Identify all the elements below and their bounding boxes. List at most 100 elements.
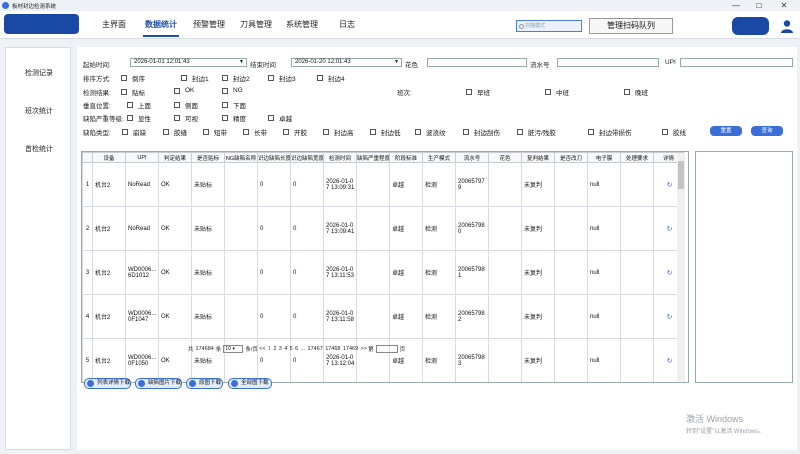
- color-input[interactable]: [427, 58, 527, 67]
- reset-button[interactable]: 重置: [710, 126, 742, 136]
- table-vertical-scrollbar[interactable]: [677, 153, 685, 381]
- scan-mode-input[interactable]: 扫描模式: [516, 20, 582, 32]
- table-row[interactable]: 2 机台2 NoRead OK 未贴标 0 0 2026-01-07 13:09:41 卓越 检测…: [82, 206, 684, 251]
- defect-glue-seam-checkbox[interactable]: 胶缝: [163, 127, 187, 137]
- page-number-6[interactable]: 6: [295, 346, 298, 352]
- tab-main[interactable]: 主界面: [96, 11, 132, 39]
- upi-input[interactable]: [680, 58, 793, 67]
- defect-open-glue-checkbox[interactable]: 开胶: [283, 127, 307, 137]
- page-jump-input[interactable]: [375, 345, 398, 353]
- result-labeled-checkbox[interactable]: 贴标: [121, 87, 145, 97]
- sort-edge1-checkbox[interactable]: 封边1: [181, 73, 209, 83]
- sort-edge3-checkbox[interactable]: 封边3: [268, 73, 296, 83]
- sidebar-item-first-check-statistics[interactable]: 首检统计: [6, 144, 72, 154]
- cell-mode: 检测: [422, 250, 456, 295]
- table-row[interactable]: 4 机台2 WD0006... 0F1047 OK 未贴标 0 0 2026-01-07 13…: [82, 294, 684, 339]
- severity-viewable-checkbox[interactable]: 可视: [174, 113, 198, 123]
- defect-chip-checkbox[interactable]: 崩缺: [122, 127, 146, 137]
- next-page-button[interactable]: >>: [361, 346, 367, 352]
- tab-log[interactable]: 日志: [336, 11, 358, 39]
- download-icon: [189, 380, 196, 387]
- result-ng-checkbox[interactable]: NG: [222, 87, 243, 94]
- shift-middle-checkbox[interactable]: 中班: [545, 87, 569, 97]
- shift-night-checkbox[interactable]: 晚班: [624, 87, 648, 97]
- minimize-button[interactable]: —: [727, 0, 745, 11]
- defect-wave-checkbox[interactable]: 波浪纹: [415, 127, 446, 137]
- download-all-images-button[interactable]: 全部图下载: [228, 378, 272, 389]
- cell-len: 0: [257, 206, 291, 251]
- table-row[interactable]: 3 机台2 WD0006... 6D1012 OK 未贴标 0 0 2026-01-07 13…: [82, 250, 684, 295]
- sort-edge2-checkbox[interactable]: 封边2: [222, 73, 250, 83]
- page-number-17467[interactable]: 17467: [308, 346, 323, 352]
- tab-tools[interactable]: 刀具管理: [238, 11, 274, 39]
- close-button[interactable]: ✕: [775, 0, 793, 11]
- user-icon[interactable]: [780, 19, 794, 33]
- defect-edge-scratch-checkbox[interactable]: 封边刮伤: [463, 127, 500, 137]
- page-number-5[interactable]: 5: [290, 346, 293, 352]
- prev-page-button[interactable]: <<: [259, 346, 265, 352]
- severity-excellent-option-label: 卓越: [279, 116, 292, 123]
- defect-short-band-option-label: 短带: [214, 130, 227, 137]
- checkbox-box: [174, 115, 180, 121]
- download-original-images-button[interactable]: 原图下载: [186, 378, 223, 389]
- cell-time: 2026-01-07 13:11:53: [323, 250, 357, 295]
- severity-visible-checkbox[interactable]: 显性: [127, 113, 151, 123]
- cell-recut: [554, 206, 588, 251]
- defect-open-glue-option-label: 开胶: [294, 130, 307, 137]
- defect-band-damage-checkbox[interactable]: 封边带损伤: [588, 127, 632, 137]
- result-ok-checkbox[interactable]: OK: [174, 87, 194, 94]
- table-row[interactable]: 1 机台2 NoRead OK 未贴标 0 0 2026-01-07 13:09:31 卓越 检测…: [82, 162, 684, 207]
- download-defect-images-button[interactable]: 缺陷图片下载: [135, 378, 182, 389]
- page-number-4[interactable]: 4: [284, 346, 287, 352]
- start-time-picker[interactable]: 2026-01-01 12:01:43 ▼: [130, 58, 247, 67]
- defect-glue-seam-option-label: 胶缝: [174, 130, 187, 137]
- page-size-value: 10: [225, 346, 231, 352]
- end-time-picker[interactable]: 2026-01-20 12:01:43 ▼: [291, 58, 402, 67]
- page-number-3[interactable]: 3: [279, 346, 282, 352]
- cell-film: null: [587, 338, 621, 382]
- download-defect-images-label: 缺陷图片下载: [148, 380, 182, 386]
- defect-glue-line-checkbox[interactable]: 胶线: [662, 127, 686, 137]
- detail-panel: [695, 151, 793, 383]
- page-number-2[interactable]: 2: [273, 346, 276, 352]
- app-title: 板材封边检测系统: [12, 3, 57, 10]
- serial-input[interactable]: [557, 58, 659, 67]
- severity-excellent-checkbox[interactable]: 卓越: [268, 113, 292, 123]
- checkbox-box: [127, 102, 133, 108]
- tab-system[interactable]: 系统管理: [284, 11, 320, 39]
- vertical-bottom-checkbox[interactable]: 下面: [222, 100, 246, 110]
- cell-color: [488, 162, 522, 207]
- defect-edge-high-checkbox[interactable]: 封边高: [323, 127, 354, 137]
- page-number-17468[interactable]: 17468: [325, 346, 340, 352]
- tab-statistics[interactable]: 数据统计: [143, 11, 179, 39]
- cell-recut: [554, 250, 588, 295]
- sidebar-item-shift-statistics[interactable]: 班次统计: [6, 106, 72, 116]
- sort-desc-checkbox[interactable]: 倒序: [121, 73, 145, 83]
- page-number-17469[interactable]: 17469: [343, 346, 358, 352]
- sidebar-item-inspection-records[interactable]: 检测记录: [6, 68, 72, 78]
- defect-edge-low-checkbox[interactable]: 封边低: [370, 127, 401, 137]
- sort-edge4-checkbox[interactable]: 封边4: [317, 73, 345, 83]
- severity-precision-checkbox[interactable]: 精度: [222, 113, 246, 123]
- color-label: 花色: [405, 62, 418, 69]
- cell-color: [488, 294, 522, 339]
- download-list-details-button[interactable]: 列表详情下载: [84, 378, 131, 389]
- page-number-1[interactable]: 1: [268, 346, 271, 352]
- page-size-select[interactable]: 10 ▾: [223, 345, 244, 353]
- column-header-16: 电子膜: [587, 152, 621, 163]
- vertical-top-checkbox[interactable]: 上面: [127, 100, 151, 110]
- column-header-13: 花色: [488, 152, 522, 163]
- scrollbar-thumb[interactable]: [678, 161, 684, 189]
- tab-alerts[interactable]: 预警管理: [191, 11, 227, 39]
- vertical-side-checkbox[interactable]: 侧面: [174, 100, 198, 110]
- defect-dirt-checkbox[interactable]: 脏污/残胶: [517, 127, 556, 137]
- defect-band-damage-option-label: 封边带损伤: [599, 130, 632, 137]
- column-header-6: 识边缺陷长度: [257, 152, 291, 163]
- defect-long-band-checkbox[interactable]: 长带: [243, 127, 267, 137]
- defect-short-band-checkbox[interactable]: 短带: [203, 127, 227, 137]
- shift-morning-checkbox[interactable]: 早班: [466, 87, 490, 97]
- manage-scan-queue-button[interactable]: 管理扫码队列: [589, 18, 673, 34]
- maximize-button[interactable]: ☐: [750, 0, 768, 11]
- cell-upi: WD0006... 6D1012: [125, 250, 159, 295]
- query-button[interactable]: 查询: [751, 126, 783, 136]
